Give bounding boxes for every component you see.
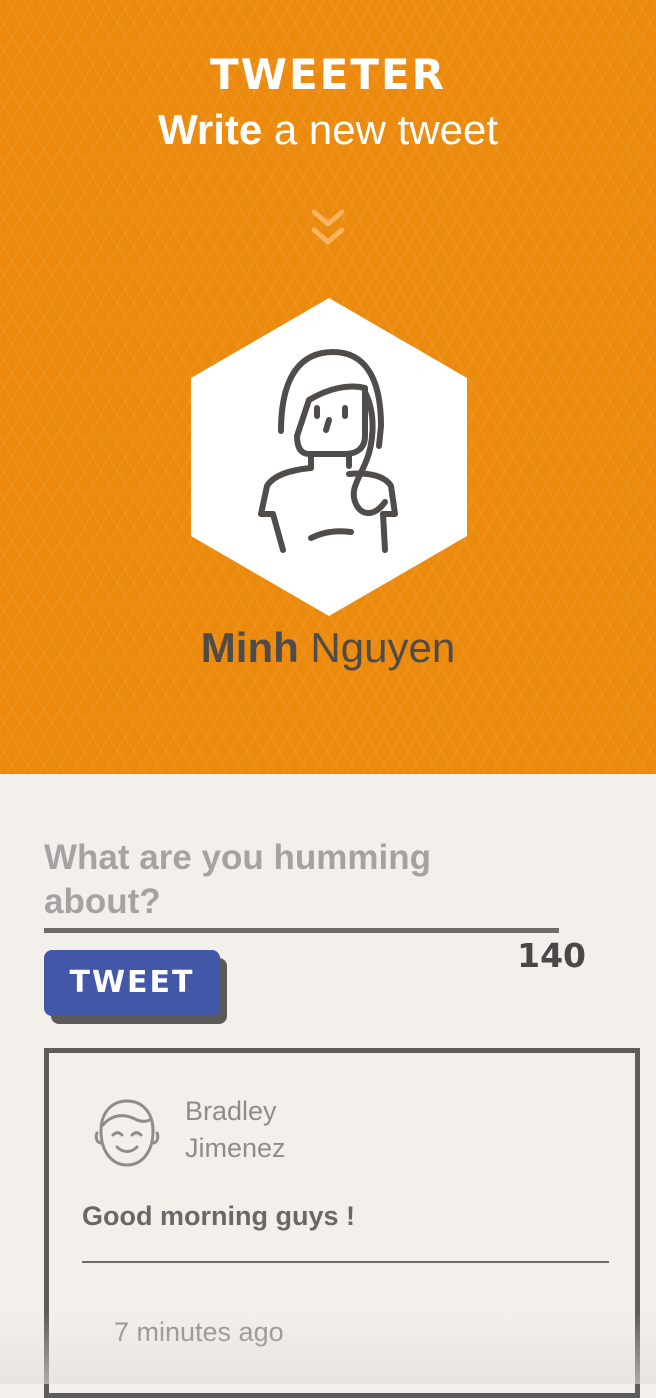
tweet-input[interactable]: What are you humming about? — [44, 836, 544, 924]
tweet-author: Bradley Jimenez — [185, 1093, 385, 1167]
profile-first-name: Minh — [200, 624, 299, 671]
tweet-text: Good morning guys ! — [82, 1201, 355, 1231]
smiling-man-avatar-icon — [94, 1099, 160, 1167]
subtitle-rest: a new tweet — [262, 106, 499, 153]
character-counter: 140 — [517, 936, 586, 975]
double-chevron-down-icon[interactable] — [310, 206, 346, 250]
tweet-timestamp: 7 minutes ago — [114, 1317, 284, 1347]
tweet-input-underline — [44, 928, 559, 933]
page-subtitle: Write a new tweet — [0, 104, 656, 156]
profile-header: TWEETER Write a new tweet Minh Nguyen — [0, 0, 656, 774]
tweet-button[interactable]: TWEET — [44, 950, 220, 1016]
app-title: TWEETER — [209, 50, 447, 99]
tweet-divider — [82, 1261, 609, 1263]
profile-last-name: Nguyen — [298, 624, 456, 671]
tweet-author-first: Bradley — [185, 1096, 277, 1126]
subtitle-strong: Write — [157, 106, 263, 153]
profile-name: Minh Nguyen — [0, 622, 656, 674]
profile-avatar — [191, 298, 467, 616]
tweet-author-last: Jimenez — [185, 1133, 286, 1163]
tweet-card: Bradley Jimenez Good morning guys ! 7 mi… — [44, 1048, 640, 1398]
